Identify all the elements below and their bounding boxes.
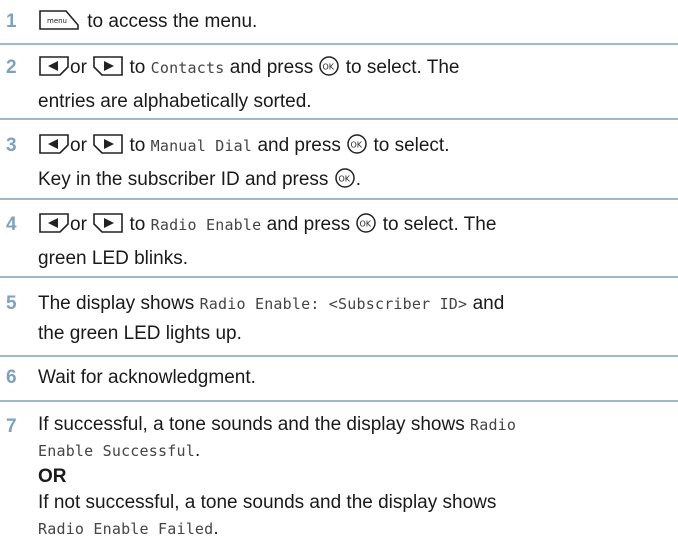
menu-key-label: menu	[47, 17, 67, 25]
or-separator: OR	[38, 466, 67, 487]
svg-text:OK: OK	[360, 220, 372, 229]
menu-item-manual-dial: Manual Dial	[150, 137, 253, 155]
step-number: 5	[6, 293, 17, 314]
menu-key-icon: menu	[38, 9, 82, 41]
left-arrow-key-icon	[38, 133, 70, 165]
divider	[0, 276, 678, 278]
step-number: 3	[6, 135, 17, 156]
step-1: 1 menu to access the menu.	[0, 7, 678, 41]
divider	[0, 198, 678, 200]
step-number: 6	[6, 367, 17, 388]
divider	[0, 43, 678, 45]
right-arrow-key-icon	[92, 133, 124, 165]
left-arrow-key-icon	[38, 55, 70, 87]
divider	[0, 355, 678, 357]
step-number: 2	[6, 57, 17, 78]
right-arrow-key-icon	[92, 212, 124, 244]
right-arrow-key-icon	[92, 55, 124, 87]
display-text: Radio Enable Failed	[38, 520, 214, 538]
display-text: Radio	[469, 416, 517, 434]
svg-text:OK: OK	[323, 63, 335, 72]
divider	[0, 118, 678, 120]
display-text: Radio Enable: <Subscriber ID>	[199, 295, 468, 313]
ok-key-icon: OK	[318, 55, 340, 87]
step-number: 7	[6, 416, 17, 437]
ok-key-icon: OK	[355, 212, 377, 244]
step-3: 3 or to Manual Dial and press OK to sele…	[0, 131, 678, 193]
divider	[0, 400, 678, 402]
menu-item-radio-enable: Radio Enable	[150, 216, 262, 234]
ok-key-icon: OK	[346, 133, 368, 165]
step-4: 4 or to Radio Enable and press OK to sel…	[0, 210, 678, 272]
step-number: 4	[6, 214, 17, 235]
step-6: 6 Wait for acknowledgment.	[0, 363, 678, 397]
svg-text:OK: OK	[351, 141, 363, 150]
step-7: 7 If successful, a tone sounds and the d…	[6, 414, 517, 539]
step-text: to access the menu.	[87, 11, 258, 32]
step-2: 2 or to Contacts and press OK to select.…	[0, 53, 678, 115]
step-number: 1	[6, 11, 17, 32]
display-text: Enable Successful	[38, 442, 195, 460]
step-text: Wait for acknowledgment.	[38, 367, 256, 388]
left-arrow-key-icon	[38, 212, 70, 244]
step-5: 5 The display shows Radio Enable: <Subsc…	[0, 289, 678, 351]
ok-key-icon: OK	[334, 167, 356, 199]
menu-item-contacts: Contacts	[150, 59, 225, 77]
svg-text:OK: OK	[338, 175, 350, 184]
